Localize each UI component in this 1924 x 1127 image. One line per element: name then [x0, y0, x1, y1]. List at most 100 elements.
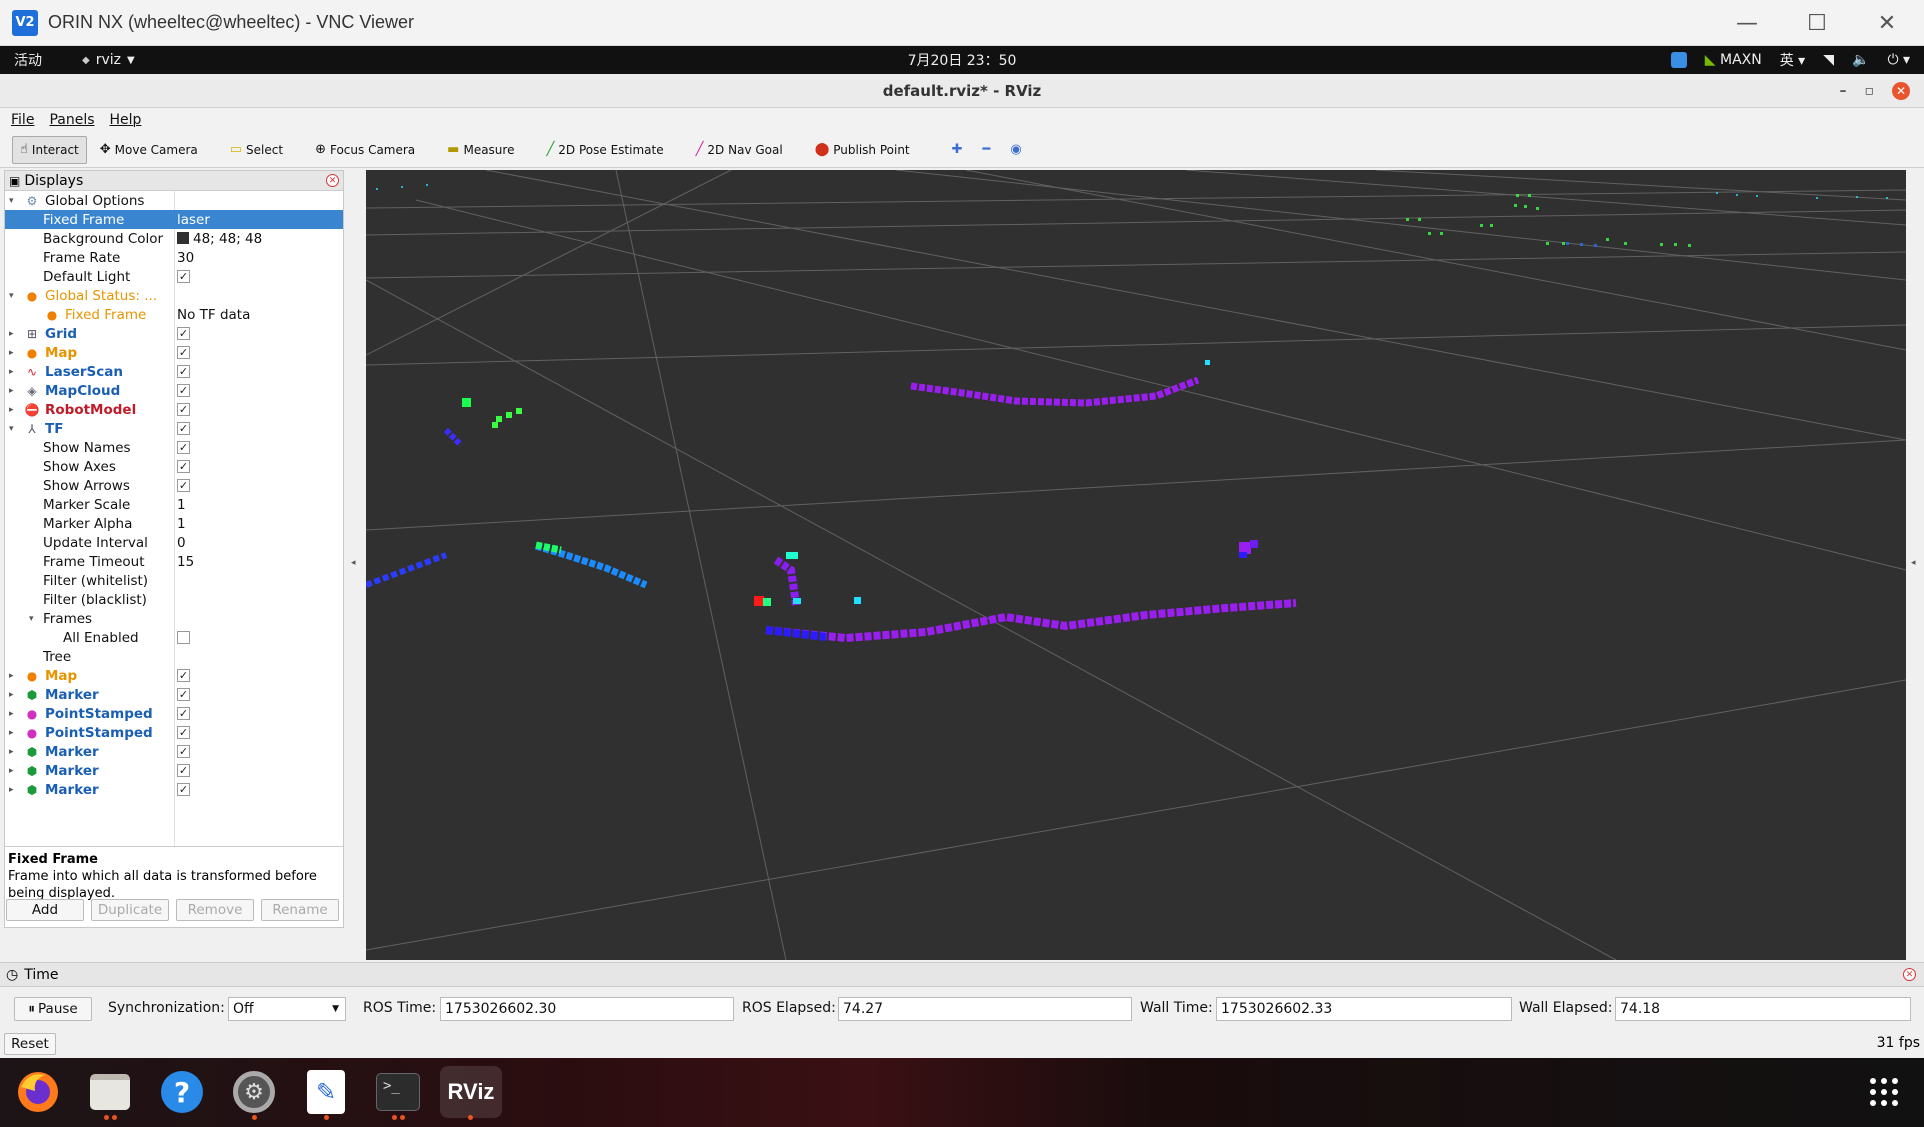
help-icon[interactable]: ?: [158, 1066, 206, 1118]
interact-tool[interactable]: ☝ Interact: [12, 135, 87, 164]
expand-arrow-icon[interactable]: ▾: [9, 196, 19, 206]
tree-row-robotmodel[interactable]: ▸ ⛔ RobotModel ✓: [5, 400, 343, 419]
pause-button[interactable]: ⏸ Pause: [14, 997, 92, 1021]
rviz-close-button[interactable]: ✕: [1892, 82, 1910, 100]
tree-row-mapcloud[interactable]: ▸ ◈ MapCloud ✓: [5, 381, 343, 400]
select-tool[interactable]: ▭ Select: [223, 136, 290, 164]
checkbox[interactable]: ✓: [177, 346, 190, 359]
ros-elapsed-field[interactable]: 74.27: [838, 997, 1132, 1021]
close-panel-icon[interactable]: ✕: [1903, 968, 1916, 981]
maximize-button[interactable]: ☐: [1782, 0, 1852, 46]
collapse-right-icon[interactable]: ◂: [1911, 558, 1916, 568]
expand-arrow-icon[interactable]: ▸: [9, 747, 19, 757]
power-icon[interactable]: ⏻ ▾: [1887, 52, 1910, 68]
tree-row-marker-2[interactable]: ▸ ⬢ Marker ✓: [5, 742, 343, 761]
rviz-minimize-button[interactable]: –: [1840, 83, 1847, 99]
tree-row-show-axes[interactable]: Show Axes ✓: [5, 457, 343, 476]
tree-row-laserscan[interactable]: ▸ ∿ LaserScan ✓: [5, 362, 343, 381]
tree-row-filter-blacklist[interactable]: Filter (blacklist): [5, 590, 343, 609]
reset-button[interactable]: Reset: [4, 1033, 56, 1055]
tree-row-filter-whitelist[interactable]: Filter (whitelist): [5, 571, 343, 590]
tool-properties-button[interactable]: ◉: [1003, 136, 1028, 164]
focus-camera-tool[interactable]: ⊕ Focus Camera: [308, 136, 422, 164]
tree-row-map[interactable]: ▸ ● Map ✓: [5, 343, 343, 362]
ros-time-field[interactable]: 1753026602.30: [440, 997, 734, 1021]
expand-arrow-icon[interactable]: ▸: [9, 329, 19, 339]
terminal-icon[interactable]: >_: [374, 1066, 422, 1120]
tree-value[interactable]: 1: [177, 516, 186, 532]
checkbox[interactable]: ✓: [177, 327, 190, 340]
tree-row-marker-scale[interactable]: Marker Scale 1: [5, 495, 343, 514]
tree-row-global-status[interactable]: ▾ ● Global Status: ...: [5, 286, 343, 305]
remove-display-button[interactable]: Remove: [176, 899, 254, 921]
checkbox[interactable]: ✓: [177, 460, 190, 473]
tree-value[interactable]: 30: [177, 250, 194, 266]
expand-arrow-icon[interactable]: ▸: [9, 766, 19, 776]
close-button[interactable]: ✕: [1852, 0, 1922, 46]
render-canvas[interactable]: [366, 170, 1906, 960]
tree-row-show-names[interactable]: Show Names ✓: [5, 438, 343, 457]
tree-row-pointstamped-2[interactable]: ▸ ● PointStamped ✓: [5, 723, 343, 742]
move-camera-tool[interactable]: ✥ Move Camera: [93, 136, 205, 164]
checkbox[interactable]: ✓: [177, 479, 190, 492]
input-method[interactable]: 英 ▾: [1780, 50, 1805, 70]
expand-arrow-icon[interactable]: ▾: [29, 614, 39, 624]
rviz-dock-icon[interactable]: RViz: [440, 1066, 502, 1120]
tree-row-global-options[interactable]: ▾ ⚙ Global Options: [5, 191, 343, 210]
render-3d-view[interactable]: [366, 170, 1906, 960]
pose-estimate-tool[interactable]: ╱ 2D Pose Estimate: [539, 136, 670, 164]
show-apps-icon[interactable]: [1862, 1066, 1906, 1118]
tree-value[interactable]: 1: [177, 497, 186, 513]
app-menu[interactable]: ◆ rviz ▼: [82, 52, 135, 68]
tree-row-default-light[interactable]: Default Light ✓: [5, 267, 343, 286]
nav-goal-tool[interactable]: ╱ 2D Nav Goal: [689, 136, 790, 164]
files-icon[interactable]: [86, 1066, 134, 1120]
measure-tool[interactable]: ▬ Measure: [440, 136, 521, 164]
color-value[interactable]: 48; 48; 48: [177, 231, 262, 247]
expand-arrow-icon[interactable]: ▸: [9, 785, 19, 795]
checkbox[interactable]: ✓: [177, 726, 190, 739]
sync-select[interactable]: Off ▼: [228, 997, 346, 1021]
tree-row-pointstamped[interactable]: ▸ ● PointStamped ✓: [5, 704, 343, 723]
remove-tool-button[interactable]: ━: [976, 136, 998, 164]
displays-tree[interactable]: ▾ ⚙ Global Options Fixed Frame laser Bac…: [5, 191, 343, 846]
tree-row-show-arrows[interactable]: Show Arrows ✓: [5, 476, 343, 495]
minimize-button[interactable]: —: [1712, 0, 1782, 46]
tree-value[interactable]: 15: [177, 554, 194, 570]
tree-row-marker-4[interactable]: ▸ ⬢ Marker ✓: [5, 780, 343, 799]
nvidia-power-mode[interactable]: ◣ MAXN: [1705, 52, 1762, 68]
expand-arrow-icon[interactable]: ▾: [9, 424, 19, 434]
checkbox[interactable]: ✓: [177, 669, 190, 682]
tree-row-update-interval[interactable]: Update Interval 0: [5, 533, 343, 552]
duplicate-display-button[interactable]: Duplicate: [91, 899, 169, 921]
expand-arrow-icon[interactable]: ▸: [9, 348, 19, 358]
tree-row-tree[interactable]: Tree: [5, 647, 343, 666]
expand-arrow-icon[interactable]: ▸: [9, 690, 19, 700]
tree-row-all-enabled[interactable]: All Enabled: [5, 628, 343, 647]
expand-arrow-icon[interactable]: ▸: [9, 405, 19, 415]
tree-row-frame-rate[interactable]: Frame Rate 30: [5, 248, 343, 267]
right-splitter[interactable]: ◂: [1906, 170, 1924, 960]
checkbox[interactable]: [177, 631, 190, 644]
tree-row-tf[interactable]: ▾ ⅄ TF ✓: [5, 419, 343, 438]
expand-arrow-icon[interactable]: ▸: [9, 709, 19, 719]
rename-display-button[interactable]: Rename: [261, 899, 339, 921]
tree-row-frame-timeout[interactable]: Frame Timeout 15: [5, 552, 343, 571]
firefox-icon[interactable]: [14, 1066, 62, 1118]
close-panel-icon[interactable]: ✕: [326, 174, 339, 187]
checkbox[interactable]: ✓: [177, 783, 190, 796]
tree-row-grid[interactable]: ▸ ⊞ Grid ✓: [5, 324, 343, 343]
tree-row-marker-3[interactable]: ▸ ⬢ Marker ✓: [5, 761, 343, 780]
menu-panels[interactable]: Panels: [49, 112, 94, 128]
checkbox[interactable]: ✓: [177, 745, 190, 758]
panel-splitter[interactable]: ◂: [344, 170, 366, 960]
checkbox[interactable]: ✓: [177, 270, 190, 283]
expand-arrow-icon[interactable]: ▾: [9, 291, 19, 301]
tree-row-fixed-frame[interactable]: Fixed Frame laser: [5, 210, 343, 229]
checkbox[interactable]: ✓: [177, 422, 190, 435]
tree-row-status-fixed-frame[interactable]: ● Fixed Frame No TF data: [5, 305, 343, 324]
tree-row-map-2[interactable]: ▸ ● Map ✓: [5, 666, 343, 685]
checkbox[interactable]: ✓: [177, 688, 190, 701]
checkbox[interactable]: ✓: [177, 384, 190, 397]
checkbox[interactable]: ✓: [177, 707, 190, 720]
